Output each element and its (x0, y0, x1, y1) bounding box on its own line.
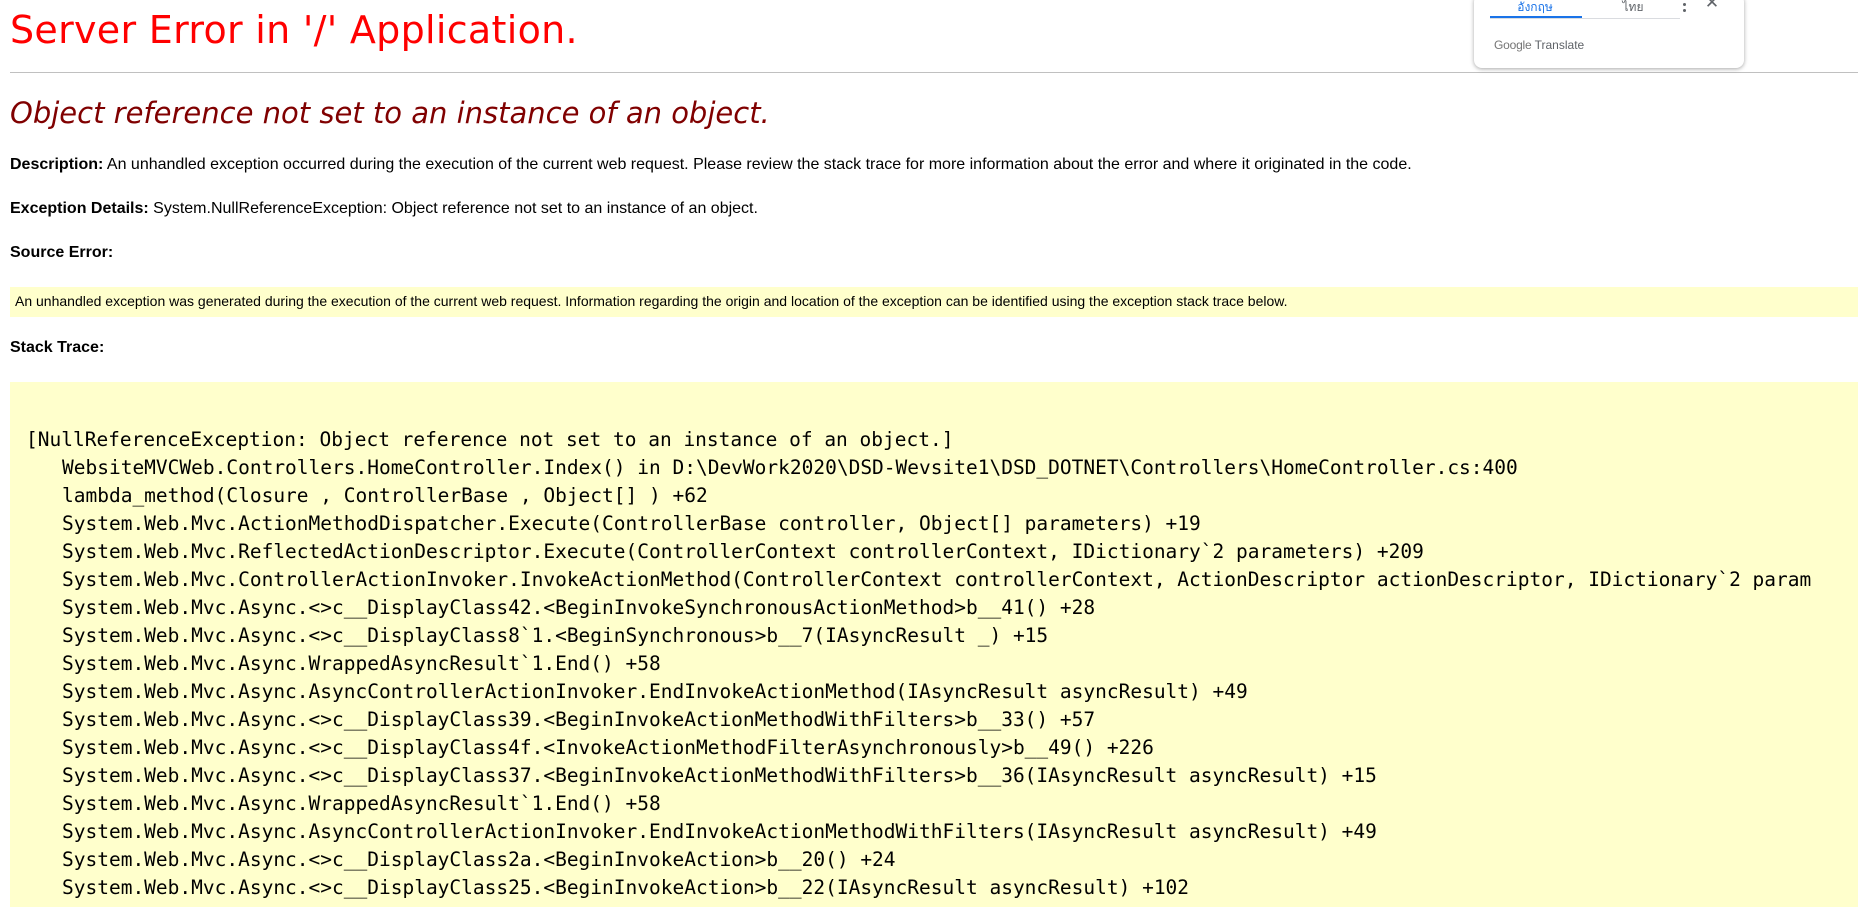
stack-trace-line: System.Web.Mvc.Async.<>c__DisplayClass4f… (62, 736, 1154, 759)
stack-trace-line: System.Web.Mvc.Async.<>c__DisplayClass37… (62, 764, 1377, 787)
title-divider (10, 72, 1858, 73)
stack-trace-line: System.Web.Mvc.Async.<>c__DisplayClass2a… (62, 848, 896, 871)
stack-trace: [NullReferenceException: Object referenc… (26, 426, 1811, 902)
translate-language-tabs: อังกฤษ ไทย (1490, 0, 1680, 19)
error-message: Object reference not set to an instance … (10, 96, 770, 130)
stack-trace-header: [NullReferenceException: Object referenc… (26, 428, 954, 451)
stack-trace-line: System.Web.Mvc.ReflectedActionDescriptor… (62, 540, 1424, 563)
stack-trace-line: System.Web.Mvc.Async.WrappedAsyncResult`… (62, 652, 661, 675)
stack-trace-line: System.Web.Mvc.Async.<>c__DisplayClass8`… (62, 624, 1049, 647)
stack-trace-line: WebsiteMVCWeb.Controllers.HomeController… (62, 456, 1518, 479)
stack-trace-line: System.Web.Mvc.Async.AsyncControllerActi… (62, 680, 1248, 703)
stack-trace-line: System.Web.Mvc.Async.AsyncControllerActi… (62, 820, 1377, 843)
source-error-text: An unhandled exception was generated dur… (15, 293, 1288, 309)
close-icon[interactable]: ✕ (1702, 0, 1722, 14)
stack-trace-heading: Stack Trace: (10, 339, 105, 356)
tab-english[interactable]: อังกฤษ (1490, 0, 1580, 17)
source-error-box: An unhandled exception was generated dur… (10, 287, 1858, 317)
stack-trace-line: lambda_method(Closure , ControllerBase ,… (62, 484, 708, 507)
stack-trace-line: System.Web.Mvc.Async.WrappedAsyncResult`… (62, 792, 661, 815)
description-line: Description: An unhandled exception occu… (10, 156, 1412, 174)
exception-details-line: Exception Details: System.NullReferenceE… (10, 200, 758, 218)
description-label: Description: (10, 156, 104, 173)
stack-trace-line: System.Web.Mvc.Async.<>c__DisplayClass42… (62, 596, 1096, 619)
tab-thai[interactable]: ไทย (1588, 0, 1678, 17)
stack-trace-line: System.Web.Mvc.ControllerActionInvoker.I… (62, 568, 1812, 591)
exception-details-text: System.NullReferenceException: Object re… (153, 200, 758, 217)
stack-trace-line: System.Web.Mvc.Async.<>c__DisplayClass39… (62, 708, 1096, 731)
google-logo: Google (1494, 38, 1532, 52)
stack-trace-line: System.Web.Mvc.ActionMethodDispatcher.Ex… (62, 512, 1201, 535)
google-translate-widget: อังกฤษ ไทย ✕ Google Translate (1474, 0, 1744, 68)
stack-trace-box: [NullReferenceException: Object referenc… (10, 382, 1858, 907)
description-text: An unhandled exception occurred during t… (106, 156, 1412, 173)
page-title: Server Error in '/' Application. (10, 8, 578, 52)
stack-trace-line: System.Web.Mvc.Async.<>c__DisplayClass25… (62, 876, 1190, 899)
google-translate-brand: Google Translate (1494, 38, 1584, 52)
exception-details-label: Exception Details: (10, 200, 149, 217)
translate-label: Translate (1534, 38, 1585, 52)
source-error-heading: Source Error: (10, 244, 114, 261)
active-tab-indicator (1490, 16, 1582, 18)
more-vert-icon[interactable] (1674, 0, 1694, 14)
